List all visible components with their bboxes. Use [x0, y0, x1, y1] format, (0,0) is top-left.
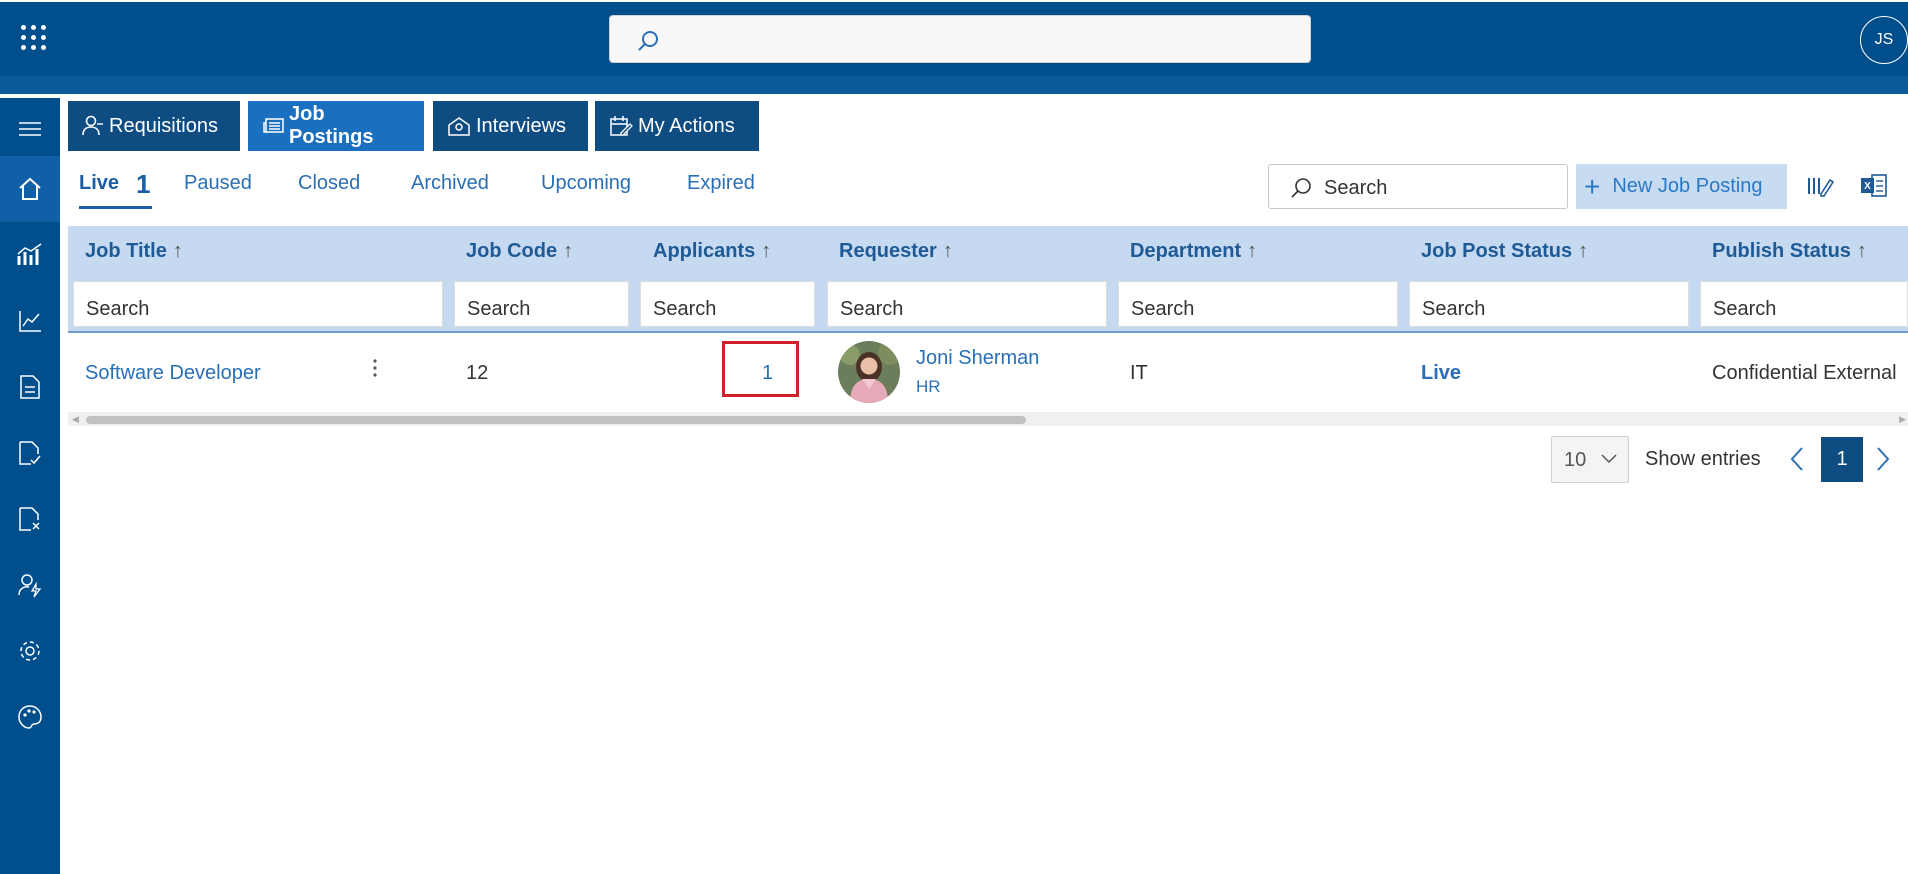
column-header-job-title[interactable]: Job Title ↑: [85, 240, 183, 263]
column-header-job-post-status[interactable]: Job Post Status ↑: [1421, 240, 1588, 263]
filter-publish-status[interactable]: [1700, 281, 1908, 327]
requester-name-link[interactable]: Joni Sherman: [916, 347, 1039, 370]
tab-interviews[interactable]: Interviews: [433, 101, 588, 151]
column-header-department[interactable]: Department ↑: [1130, 240, 1257, 263]
tab-expired[interactable]: Expired: [687, 172, 755, 195]
gear-icon[interactable]: [0, 618, 60, 684]
requester-avatar: [838, 341, 900, 403]
header-divider: [68, 331, 1908, 333]
show-entries-label: Show entries: [1645, 448, 1761, 470]
new-job-posting-label: New Job Posting: [1612, 175, 1763, 197]
palette-icon[interactable]: [0, 684, 60, 750]
interview-icon: [447, 115, 471, 137]
page-size-select[interactable]: 10: [1551, 436, 1629, 483]
calendar-edit-icon: [609, 115, 633, 137]
active-tab-underline: [79, 206, 152, 209]
document-icon[interactable]: [0, 354, 60, 420]
tab-requisitions[interactable]: Requisitions: [68, 101, 240, 151]
home-icon[interactable]: [0, 156, 60, 222]
filter-department[interactable]: [1118, 281, 1398, 327]
document-remove-icon[interactable]: [0, 486, 60, 552]
tab-archived[interactable]: Archived: [411, 172, 489, 195]
filter-job-code[interactable]: [454, 281, 629, 327]
postings-search-input[interactable]: Search: [1268, 164, 1568, 209]
tab-my-actions-label: My Actions: [638, 114, 735, 137]
analytics-icon[interactable]: [0, 222, 60, 288]
excel-export-icon[interactable]: X: [1860, 172, 1888, 200]
tab-job-postings-label: Job Postings: [289, 103, 374, 148]
previous-page-icon[interactable]: [1790, 446, 1804, 472]
newspaper-icon: [262, 117, 284, 135]
column-header-job-code[interactable]: Job Code ↑: [466, 240, 573, 263]
search-icon: [1289, 176, 1313, 200]
global-search-input[interactable]: [609, 15, 1311, 63]
top-bar-strip: [0, 76, 1908, 94]
search-icon: [636, 29, 660, 53]
document-check-icon[interactable]: [0, 420, 60, 486]
tab-live[interactable]: Live: [79, 172, 119, 195]
column-header-publish-status[interactable]: Publish Status ↑: [1712, 240, 1867, 263]
chevron-down-icon: [1600, 449, 1618, 467]
tab-paused[interactable]: Paused: [184, 172, 252, 195]
tab-closed[interactable]: Closed: [298, 172, 360, 195]
person-icon: [82, 115, 104, 137]
column-header-requester[interactable]: Requester ↑: [839, 240, 953, 263]
page-button-1[interactable]: 1: [1821, 437, 1863, 482]
new-job-posting-button[interactable]: + New Job Posting: [1576, 164, 1787, 209]
live-count-badge: 1: [136, 169, 151, 199]
scroll-left-icon[interactable]: ◀: [72, 414, 79, 425]
job-title-link[interactable]: Software Developer: [85, 362, 261, 385]
job-code-cell: 12: [466, 362, 489, 384]
next-page-icon[interactable]: [1876, 446, 1890, 472]
user-avatar[interactable]: JS: [1860, 16, 1908, 64]
top-bar: JS: [0, 0, 1908, 94]
person-flash-icon[interactable]: [0, 552, 60, 618]
page-size-value: 10: [1564, 449, 1587, 471]
menu-icon[interactable]: [0, 98, 60, 160]
filter-job-post-status[interactable]: [1409, 281, 1689, 327]
scroll-right-icon[interactable]: ▶: [1899, 414, 1906, 425]
edit-columns-icon[interactable]: [1806, 172, 1834, 200]
tab-requisitions-label: Requisitions: [109, 114, 218, 137]
requester-department: HR: [916, 377, 941, 396]
scrollbar-thumb[interactable]: [86, 416, 1026, 424]
plus-icon: +: [1584, 170, 1601, 202]
applicants-count-link[interactable]: 1: [762, 362, 773, 385]
publish-status-cell: Confidential External: [1712, 362, 1897, 384]
filter-requester[interactable]: [827, 281, 1107, 327]
filter-applicants[interactable]: [640, 281, 815, 327]
horizontal-scrollbar[interactable]: ◀ ▶: [68, 412, 1908, 426]
app-launcher-icon[interactable]: [18, 22, 48, 52]
tab-interviews-label: Interviews: [476, 114, 567, 137]
filter-job-title[interactable]: [73, 281, 443, 327]
job-post-status-link[interactable]: Live: [1421, 362, 1461, 385]
applicants-highlight: [722, 341, 799, 397]
row-menu-icon[interactable]: [372, 357, 378, 379]
department-cell: IT: [1130, 362, 1148, 384]
postings-search-label: Search: [1324, 177, 1388, 199]
tab-job-postings[interactable]: Job Postings: [248, 101, 424, 151]
tab-upcoming[interactable]: Upcoming: [541, 172, 631, 195]
line-chart-icon[interactable]: [0, 288, 60, 354]
svg-text:X: X: [1864, 181, 1871, 192]
column-header-applicants[interactable]: Applicants ↑: [653, 240, 771, 263]
tab-my-actions[interactable]: My Actions: [595, 101, 759, 151]
left-nav-rail: [0, 98, 60, 874]
